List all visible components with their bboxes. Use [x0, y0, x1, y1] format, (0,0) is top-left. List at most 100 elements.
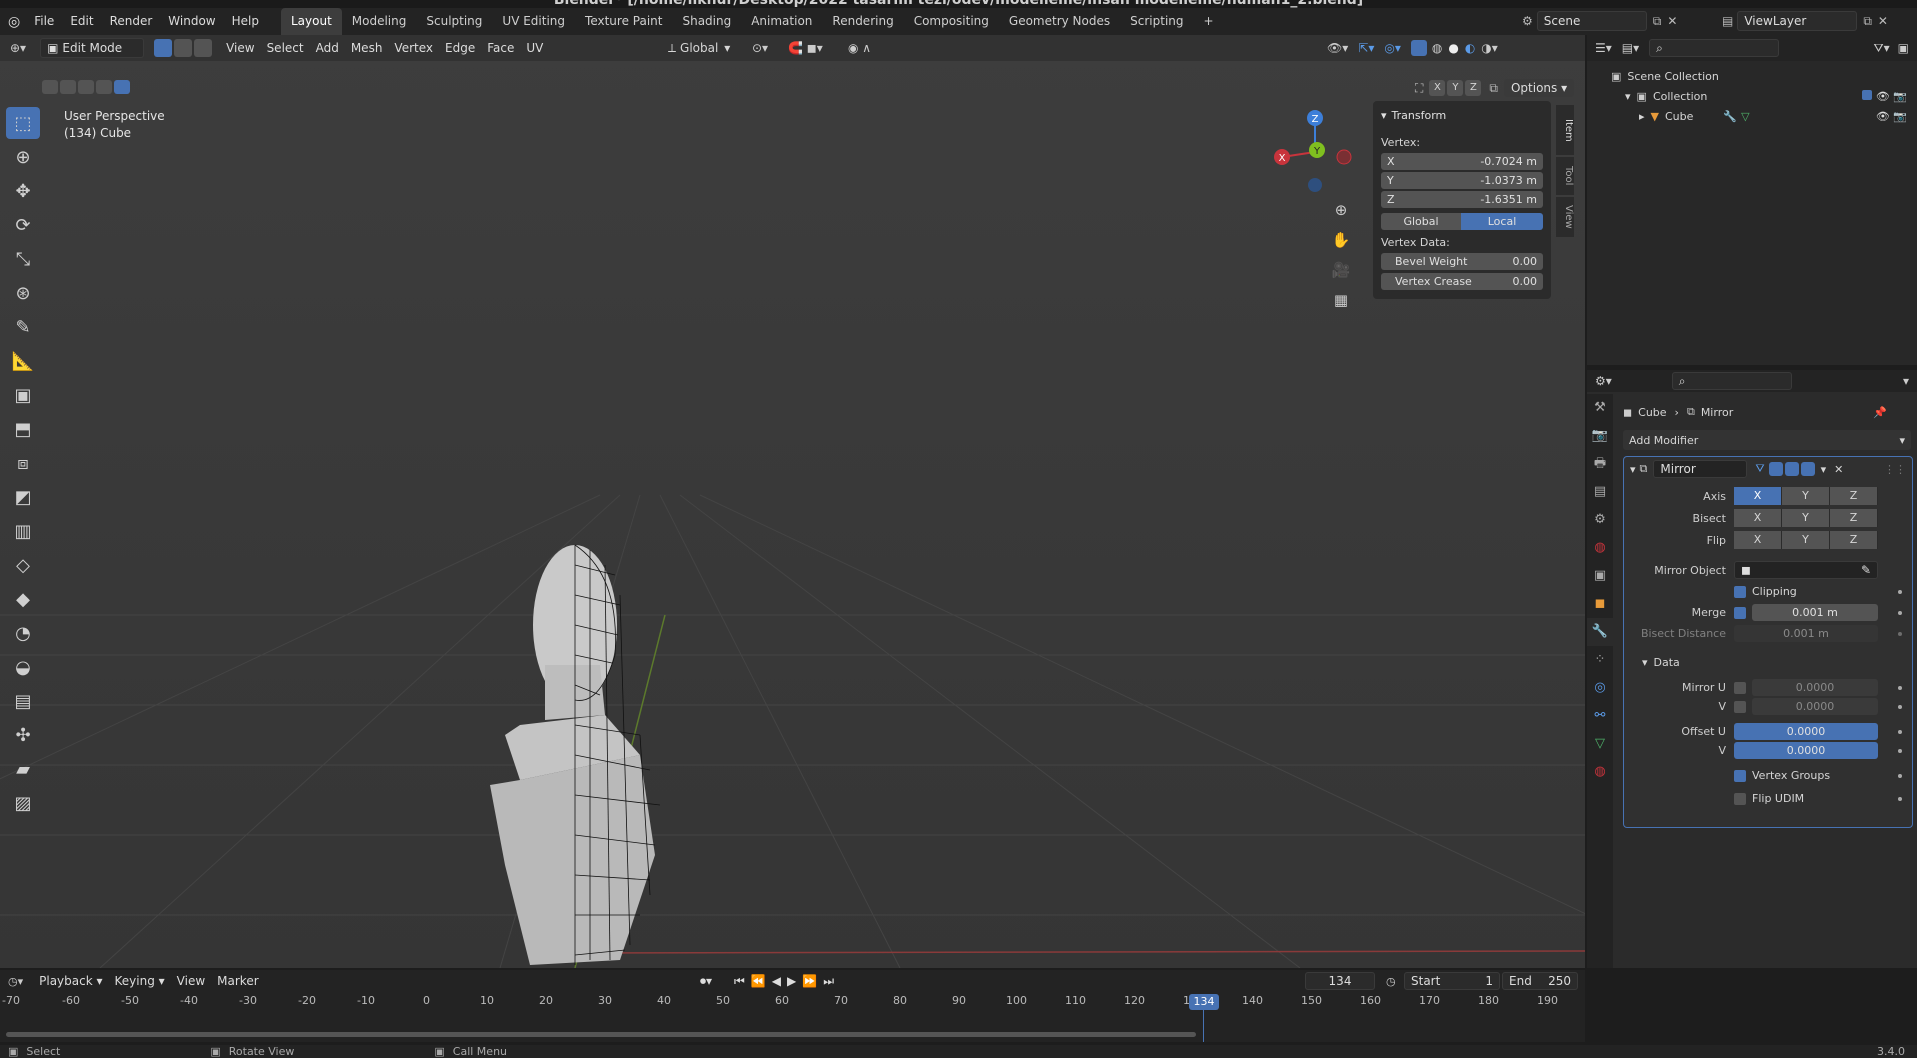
tab-texture-paint[interactable]: Texture Paint [575, 8, 672, 35]
tab-item[interactable]: Item [1556, 105, 1574, 155]
eye-icon[interactable]: 👁 [1876, 90, 1890, 103]
menu-render[interactable]: Render [102, 8, 161, 35]
mirror-v-field[interactable]: 0.0000 [1752, 698, 1878, 715]
chevron-down-icon[interactable]: ▾ [1903, 374, 1909, 388]
render-toggle-icon[interactable] [1800, 462, 1815, 476]
eyedropper-icon[interactable]: ✎ [1861, 562, 1871, 578]
select-box-tool-icon[interactable]: ⬚ [6, 107, 40, 139]
tab-scripting[interactable]: Scripting [1120, 8, 1193, 35]
shrink-fatten-tool-icon[interactable]: ✣ [6, 719, 40, 751]
offset-u-slider[interactable]: 0.0000 [1734, 723, 1878, 740]
bisect-distance-field[interactable]: 0.001 m [1734, 625, 1878, 642]
move-tool-icon[interactable]: ✥ [6, 175, 40, 207]
new-viewlayer-icon[interactable]: ⧉ [1863, 14, 1872, 29]
world-tab-icon[interactable]: ◍ [1587, 534, 1613, 562]
keyframe-dot[interactable] [1898, 631, 1902, 636]
vertex-x-field[interactable]: X -0.7024 m [1381, 153, 1543, 170]
measure-tool-icon[interactable]: 📐 [6, 345, 40, 377]
tab-geometry-nodes[interactable]: Geometry Nodes [999, 8, 1120, 35]
menu-edge[interactable]: Edge [439, 35, 481, 61]
new-collection-icon[interactable]: ▣ [1898, 41, 1909, 55]
add-cube-tool-icon[interactable]: ▣ [6, 379, 40, 411]
vertex-select-icon[interactable] [154, 39, 173, 57]
tab-layout[interactable]: Layout [280, 8, 342, 35]
data-subpanel-header[interactable]: ▾ Data [1624, 656, 1912, 669]
collapse-arrow-icon[interactable]: ▾ [1630, 463, 1636, 476]
output-tab-icon[interactable]: 🖶 [1587, 450, 1613, 478]
expand-arrow-icon[interactable]: ▾ [1625, 87, 1631, 107]
view-menu[interactable]: View [171, 968, 211, 994]
menu-uv[interactable]: UV [520, 35, 549, 61]
menu-face[interactable]: Face [481, 35, 520, 61]
jump-end-icon[interactable]: ⏭ [823, 974, 834, 989]
bevel-weight-field[interactable]: Bevel Weight 0.00 [1381, 253, 1543, 270]
cursor-tool-icon[interactable]: ⊕ [6, 141, 40, 173]
constraints-tab-icon[interactable]: ⚯ [1587, 702, 1613, 730]
clipping-checkbox[interactable] [1734, 585, 1746, 598]
modifier-wrench-icon[interactable]: 🔧 [1723, 107, 1737, 127]
outliner-scene-collection[interactable]: ▣ Scene Collection [1611, 67, 1917, 87]
select-box-subtract-icon[interactable] [78, 80, 94, 94]
menu-file[interactable]: File [26, 8, 62, 35]
menu-select[interactable]: Select [261, 35, 310, 61]
play-icon[interactable]: ▶ [787, 974, 796, 988]
proportional-edit-icon[interactable]: ◉ ∧ [848, 41, 871, 55]
keying-menu[interactable]: Keying ▾ [109, 968, 171, 994]
menu-edit[interactable]: Edit [62, 8, 101, 35]
vertex-z-field[interactable]: Z -1.6351 m [1381, 191, 1543, 208]
wireframe-shading-icon[interactable]: ◍ [1432, 41, 1442, 55]
timeline-scrollbar[interactable] [6, 1032, 1196, 1037]
blender-logo-icon[interactable]: ◎ [8, 14, 20, 30]
snap-icon[interactable]: 🧲 ◼▾ [788, 41, 823, 55]
smooth-tool-icon[interactable]: ◒ [6, 651, 40, 683]
merge-distance-field[interactable]: 0.001 m [1752, 604, 1878, 621]
local-toggle[interactable]: Local [1461, 213, 1543, 230]
ortho-grid-icon[interactable]: ▦ [1330, 285, 1352, 315]
edge-slide-tool-icon[interactable]: ▤ [6, 685, 40, 717]
expand-arrow-icon[interactable]: ▸ [1639, 107, 1645, 127]
tab-animation[interactable]: Animation [741, 8, 822, 35]
inset-tool-icon[interactable]: ⧈ [6, 447, 40, 479]
vertex-crease-field[interactable]: Vertex Crease 0.00 [1381, 273, 1543, 290]
snap-target-icon[interactable]: ⛶ [1415, 81, 1423, 96]
transform-tool-icon[interactable]: ⊛ [6, 277, 40, 309]
face-select-icon[interactable] [194, 39, 213, 57]
annotate-tool-icon[interactable]: ✎ [6, 311, 40, 343]
lock-z-button[interactable]: Z [1465, 80, 1482, 96]
orientation-dropdown[interactable]: ⟂ Global ▾ [668, 41, 730, 56]
scene-field[interactable]: Scene [1536, 11, 1647, 31]
frame-ruler[interactable]: -70 -60 -50 -40 -30 -20 -10 0 10 20 30 4… [0, 994, 1585, 1014]
vertex-y-field[interactable]: Y -1.0373 m [1381, 172, 1543, 189]
physics-tab-icon[interactable]: ◎ [1587, 674, 1613, 702]
flip-z-toggle[interactable]: Z [1830, 531, 1878, 549]
next-keyframe-icon[interactable]: ⏩ [802, 974, 817, 988]
filter-icon[interactable]: ⛛▾ [1874, 41, 1890, 56]
select-box-new-icon[interactable] [42, 80, 58, 94]
timeline-editor-icon[interactable]: ◷▾ [8, 975, 23, 988]
tab-compositing[interactable]: Compositing [904, 8, 999, 35]
menu-window[interactable]: Window [160, 8, 223, 35]
outliner-editor-icon[interactable]: ☰▾ [1595, 41, 1612, 55]
start-frame-field[interactable]: Start 1 [1404, 972, 1500, 990]
keyframe-dot[interactable] [1898, 729, 1902, 734]
transform-section-header[interactable]: ▾ Transform [1373, 101, 1551, 122]
editor-type-icon[interactable]: ⊕▾ [10, 41, 26, 55]
flip-udim-checkbox[interactable] [1734, 792, 1746, 805]
chevron-down-icon[interactable]: ▾ [1821, 463, 1827, 476]
keyframe-dot[interactable] [1898, 773, 1902, 778]
pivot-icon[interactable]: ⊙▾ [752, 41, 768, 55]
mesh-data-icon[interactable]: ▽ [1741, 107, 1749, 127]
axis-x-toggle[interactable]: X [1734, 487, 1782, 505]
visibility-icon[interactable]: 👁▾ [1327, 41, 1348, 55]
rotate-tool-icon[interactable]: ⟳ [6, 209, 40, 241]
bisect-y-toggle[interactable]: Y [1782, 509, 1830, 527]
particles-tab-icon[interactable]: ⁘ [1587, 646, 1613, 674]
rip-region-tool-icon[interactable]: ▨ [6, 787, 40, 819]
close-icon[interactable]: ✕ [1834, 463, 1843, 476]
axis-z-toggle[interactable]: Z [1830, 487, 1878, 505]
select-box-extend-icon[interactable] [60, 80, 76, 94]
mirror-v-checkbox[interactable] [1734, 700, 1746, 713]
pan-hand-icon[interactable]: ✋ [1330, 225, 1352, 255]
bisect-z-toggle[interactable]: Z [1830, 509, 1878, 527]
3d-viewport[interactable]: ⊕▾ ▣ Edit Mode View Select Add Mesh Vert… [0, 35, 1585, 968]
